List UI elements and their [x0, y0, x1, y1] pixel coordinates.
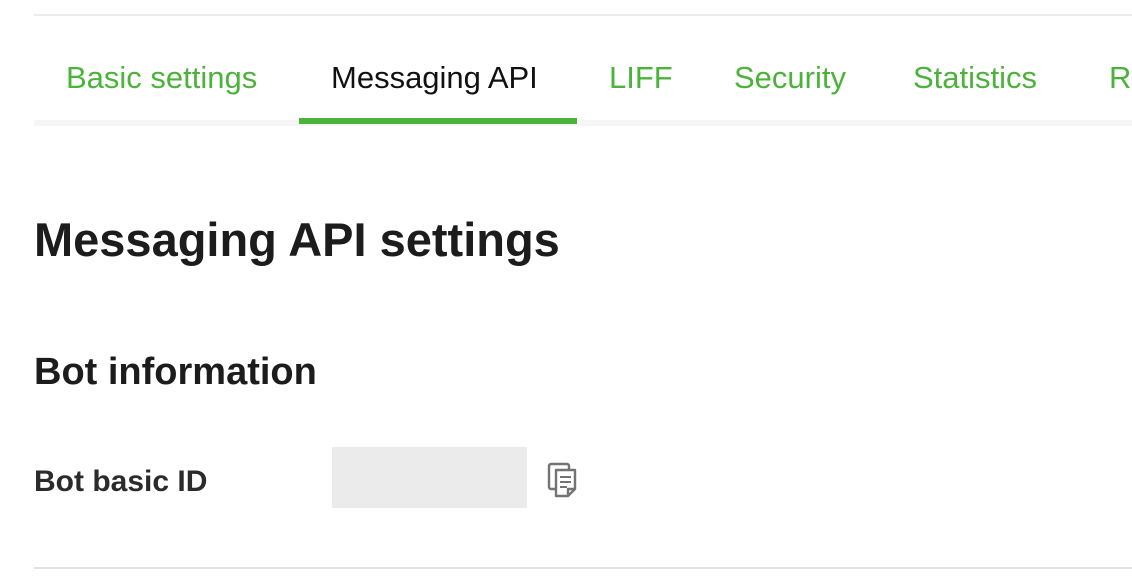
tab-liff[interactable]: LIFF: [609, 58, 673, 98]
section-title-bot-information: Bot information: [34, 351, 317, 393]
bottom-divider: [34, 567, 1132, 569]
bot-basic-id-value: [332, 447, 527, 508]
settings-tabs: Basic settings Messaging API LIFF Securi…: [34, 16, 1132, 126]
bot-basic-id-label: Bot basic ID: [34, 465, 208, 498]
tab-messaging-api[interactable]: Messaging API: [331, 58, 538, 98]
active-tab-indicator: [299, 118, 577, 124]
tab-security[interactable]: Security: [734, 58, 846, 98]
channel-settings-page: Basic settings Messaging API LIFF Securi…: [0, 0, 1132, 576]
tab-basic-settings[interactable]: Basic settings: [66, 58, 257, 98]
tab-roles[interactable]: Roles: [1109, 58, 1132, 98]
tabs-track: [34, 120, 1132, 126]
copy-icon[interactable]: [546, 462, 580, 498]
page-title: Messaging API settings: [34, 213, 560, 266]
tab-statistics[interactable]: Statistics: [913, 58, 1037, 98]
